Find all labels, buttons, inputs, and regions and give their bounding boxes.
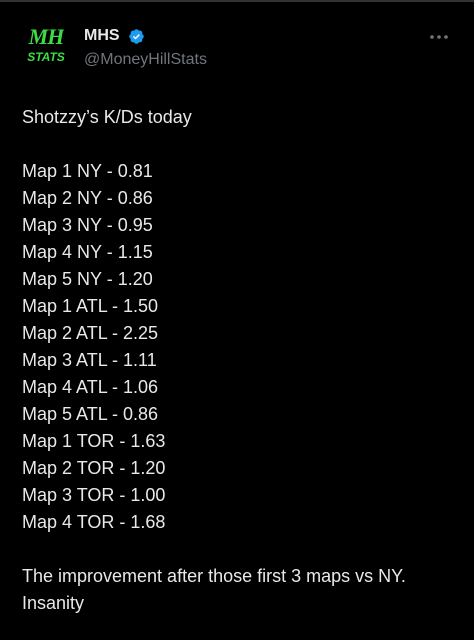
author-display-name[interactable]: MHS: [84, 26, 120, 46]
tweet-outro-line: The improvement after those first 3 maps…: [22, 566, 406, 586]
tweet-intro: Shotzzy’s K/Ds today: [22, 107, 192, 127]
stat-line: Map 3 TOR - 1.00: [22, 485, 166, 505]
avatar-logo-text-bottom: STATS: [27, 50, 65, 64]
tweet-text: Shotzzy’s K/Ds today Map 1 NY - 0.81 Map…: [22, 104, 462, 617]
stat-line: Map 1 TOR - 1.63: [22, 431, 166, 451]
stat-line: Map 5 ATL - 0.86: [22, 404, 159, 424]
top-divider: [0, 0, 474, 2]
stat-line: Map 2 NY - 0.86: [22, 188, 153, 208]
verified-badge-icon: [129, 29, 144, 44]
avatar[interactable]: MH STATS: [22, 22, 70, 70]
stat-line: Map 2 ATL - 2.25: [22, 323, 159, 343]
stat-line: Map 4 ATL - 1.06: [22, 377, 159, 397]
stat-line: Map 3 ATL - 1.11: [22, 350, 157, 370]
stat-line: Map 2 TOR - 1.20: [22, 458, 166, 478]
stat-line: Map 4 NY - 1.15: [22, 242, 153, 262]
author-handle[interactable]: @MoneyHillStats: [84, 50, 207, 70]
stat-line: Map 4 TOR - 1.68: [22, 512, 166, 532]
stat-line: Map 5 NY - 1.20: [22, 269, 153, 289]
stat-line: Map 1 NY - 0.81: [22, 161, 153, 181]
more-options-icon[interactable]: [428, 33, 450, 41]
avatar-logo-text-top: MH: [28, 24, 65, 49]
tweet-outro-line: Insanity: [22, 593, 85, 613]
stat-line: Map 3 NY - 0.95: [22, 215, 153, 235]
stat-line: Map 1 ATL - 1.50: [22, 296, 159, 316]
